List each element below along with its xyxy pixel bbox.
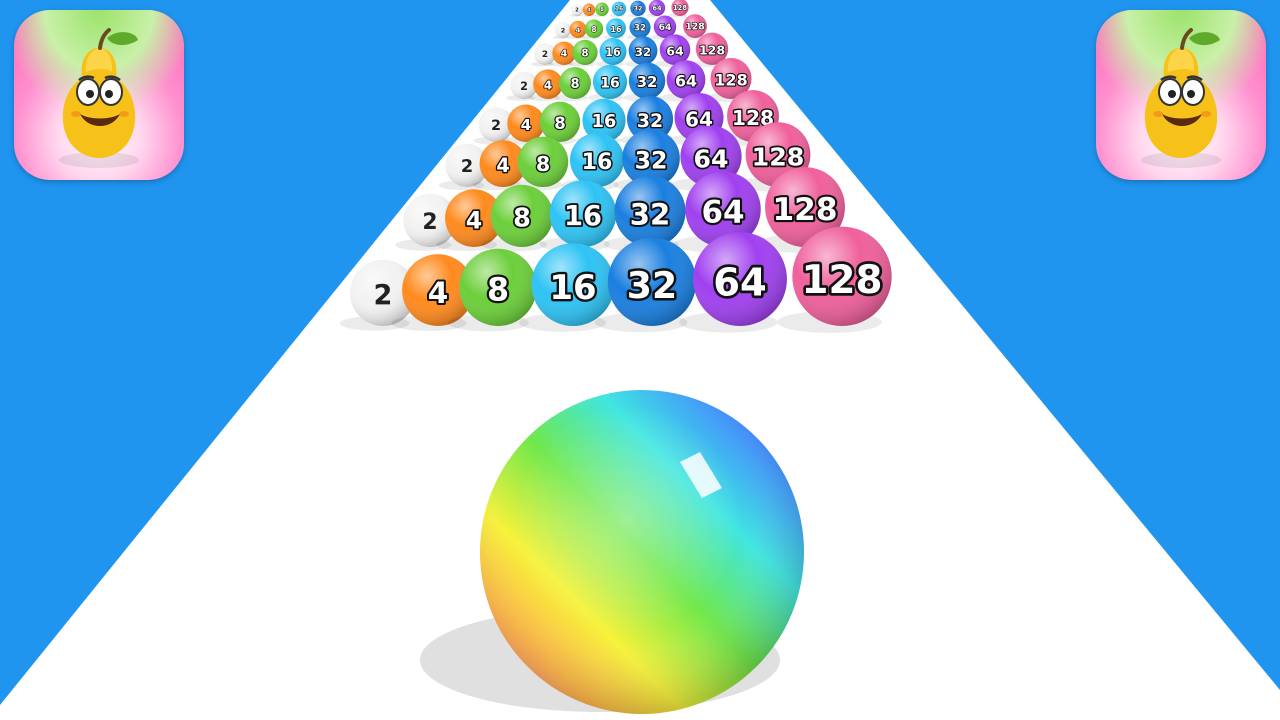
ball-label: 16 — [549, 268, 596, 308]
ball-label: 2 — [374, 280, 393, 311]
ball-label: 4 — [544, 78, 552, 92]
ball-label: 16 — [582, 149, 613, 175]
ball-label: 16 — [592, 112, 617, 132]
pear-app-icon-right[interactable] — [1096, 10, 1266, 180]
ball-label: 32 — [634, 23, 646, 33]
ball-label: 8 — [581, 47, 588, 59]
ball-label: 2 — [575, 8, 579, 14]
ball-label: 2 — [422, 210, 437, 235]
ball-label: 8 — [600, 7, 604, 13]
ball-label: 64 — [659, 22, 672, 33]
ball-label: 128 — [699, 43, 725, 58]
ball-label: 128 — [714, 71, 747, 90]
ball-label: 128 — [802, 258, 883, 303]
ball-label: 16 — [605, 46, 621, 59]
pear-app-icon-left[interactable] — [14, 10, 184, 180]
ball-label: 32 — [637, 110, 663, 132]
ball-label: 64 — [666, 43, 684, 58]
ball-label: 128 — [752, 143, 805, 172]
ball-label: 2 — [542, 50, 548, 60]
ball-label: 16 — [564, 201, 602, 232]
ball-label: 128 — [673, 4, 687, 12]
ball-label: 4 — [576, 26, 581, 35]
ball-label: 16 — [600, 75, 620, 91]
ball-label: 64 — [652, 4, 662, 12]
ball-label: 4 — [428, 276, 448, 310]
ball-label: 32 — [635, 45, 651, 59]
ball-label: 8 — [513, 203, 531, 233]
ball-label: 2 — [491, 118, 501, 134]
ball-label: 64 — [675, 72, 697, 91]
ball-label: 4 — [521, 116, 532, 134]
ball-label: 16 — [610, 24, 622, 34]
game-scene: 2 4 8 16 32 64 1282 4 8 16 32 64 1282 4 8 16 32 64 1282 4 8 1… — [0, 0, 1280, 720]
ball-label: 2 — [520, 80, 528, 93]
ball-label: 4 — [496, 154, 509, 177]
ball-label: 64 — [694, 144, 729, 173]
ball-label: 128 — [772, 192, 837, 228]
ball-label: 2 — [461, 157, 473, 177]
ball-label: 8 — [554, 114, 566, 133]
ball-label: 8 — [487, 272, 509, 308]
ball-label: 128 — [685, 22, 704, 33]
ball-label: 64 — [713, 260, 767, 305]
pear-icon — [59, 28, 139, 168]
ball-label: 4 — [561, 49, 568, 60]
ball-label: 32 — [627, 264, 677, 307]
pear-icon — [1141, 28, 1221, 168]
ball-label: 16 — [615, 6, 623, 12]
ball-label: 32 — [634, 5, 643, 12]
ball-label: 8 — [570, 77, 579, 92]
ball-label: 8 — [536, 152, 550, 176]
ball-label: 32 — [637, 73, 658, 91]
ball-label: 64 — [701, 194, 744, 230]
ball-label: 4 — [587, 7, 591, 13]
ball-label: 4 — [466, 206, 482, 234]
ball-label: 32 — [635, 147, 668, 175]
ball-label: 8 — [591, 25, 596, 34]
ball-label: 2 — [561, 27, 566, 35]
ball-label: 32 — [630, 197, 671, 231]
